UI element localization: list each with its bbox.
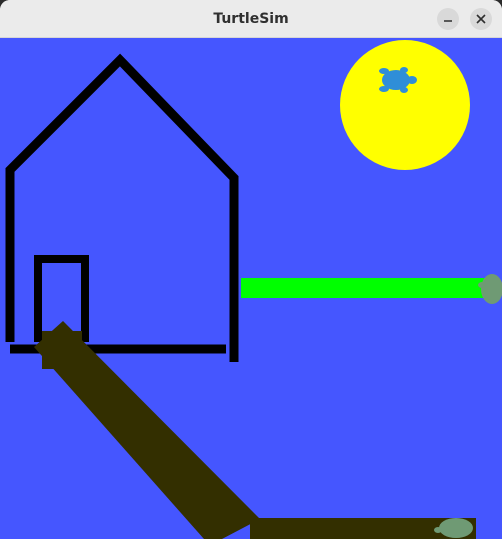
green-line [241, 278, 487, 298]
sun [340, 40, 470, 170]
close-button[interactable] [470, 8, 492, 30]
minimize-button[interactable] [437, 8, 459, 30]
title-bar[interactable]: TurtleSim [0, 0, 502, 38]
minimize-icon [444, 20, 452, 22]
close-icon [476, 14, 486, 24]
window-title: TurtleSim [213, 11, 289, 27]
turtlesim-window: TurtleSim [0, 0, 502, 539]
turtle-canvas[interactable] [0, 38, 502, 539]
